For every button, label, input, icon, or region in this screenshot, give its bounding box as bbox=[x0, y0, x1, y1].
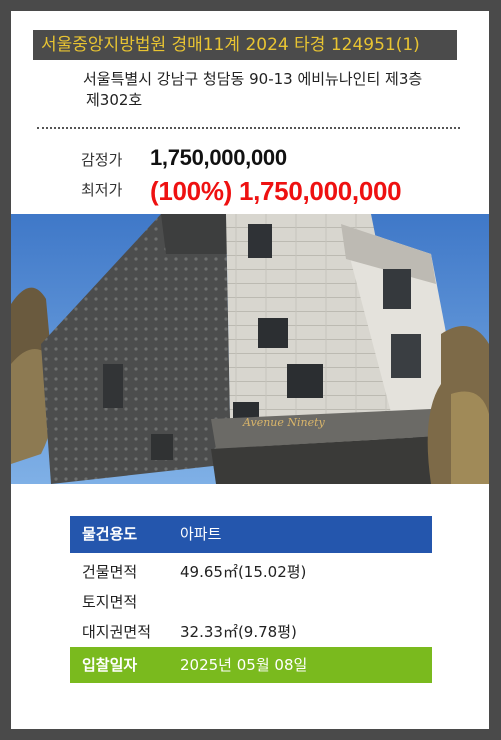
usage-label: 물건용도 bbox=[82, 525, 138, 543]
building-area-row: 건물면적 49.65㎡(15.02평) bbox=[70, 557, 432, 587]
usage-value: 아파트 bbox=[180, 525, 222, 543]
building-sign-text: Avenue Ninety bbox=[242, 416, 326, 429]
property-details: 물건용도 아파트 건물면적 49.65㎡(15.02평) 토지면적 대지권면적 … bbox=[70, 516, 432, 683]
auction-card: 서울중앙지방법원 경매11계 2024 타경 124951(1) 서울특별시 강… bbox=[11, 11, 489, 729]
land-area-label: 토지면적 bbox=[82, 593, 138, 611]
building-illustration: Avenue Ninety bbox=[11, 214, 489, 484]
bid-date-value: 2025년 05월 08일 bbox=[180, 656, 308, 674]
building-photo[interactable]: Avenue Ninety bbox=[11, 214, 489, 484]
case-title: 서울중앙지방법원 경매11계 2024 타경 124951(1) bbox=[33, 30, 457, 60]
bid-date-label: 입찰일자 bbox=[82, 656, 138, 674]
appraisal-label: 감정가 bbox=[81, 151, 123, 169]
appraisal-value: 1,750,000,000 bbox=[150, 145, 287, 170]
land-area-row: 토지면적 bbox=[70, 587, 432, 617]
bid-date-row: 입찰일자 2025년 05월 08일 bbox=[70, 647, 432, 683]
minimum-price-label: 최저가 bbox=[81, 181, 123, 199]
property-address: 서울특별시 강남구 청담동 90-13 에비뉴나인티 제3층 제302호 bbox=[83, 69, 473, 111]
address-line-2: 제302호 bbox=[86, 91, 143, 109]
minimum-price-value: (100%) 1,750,000,000 bbox=[150, 176, 402, 206]
usage-row: 물건용도 아파트 bbox=[70, 516, 432, 553]
land-right-area-label: 대지권면적 bbox=[82, 623, 152, 641]
building-area-value: 49.65㎡(15.02평) bbox=[180, 563, 307, 581]
address-line-1: 서울특별시 강남구 청담동 90-13 에비뉴나인티 제3층 bbox=[83, 70, 423, 88]
dotted-divider bbox=[37, 127, 460, 129]
land-right-area-value: 32.33㎡(9.78평) bbox=[180, 623, 297, 641]
building-area-label: 건물면적 bbox=[82, 563, 138, 581]
land-right-area-row: 대지권면적 32.33㎡(9.78평) bbox=[70, 617, 432, 647]
